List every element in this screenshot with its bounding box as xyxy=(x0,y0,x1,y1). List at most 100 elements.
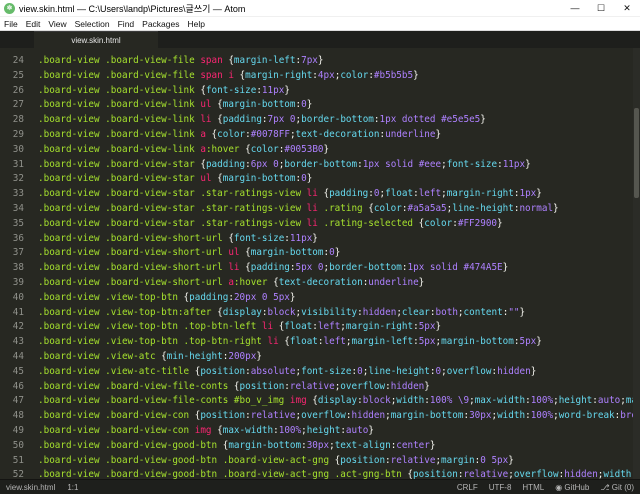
code-line[interactable]: 51 .board-view .board-view-good-btn .boar… xyxy=(0,454,640,469)
code-line[interactable]: 39 .board-view .board-view-short-url a:ho… xyxy=(0,276,640,291)
status-git[interactable]: ⎇ Git (0) xyxy=(600,483,634,492)
code-token: .board-view .board-view-short-url xyxy=(38,232,223,244)
menu-find[interactable]: Find xyxy=(114,19,139,29)
status-cursor-position[interactable]: 1:1 xyxy=(67,483,78,492)
menu-edit[interactable]: Edit xyxy=(22,19,45,29)
code-token: position xyxy=(239,380,285,392)
code-token: height xyxy=(558,395,593,407)
code-token: { xyxy=(233,69,246,81)
status-bar: view.skin.html 1:1 CRLF UTF-8 HTML ◉ Git… xyxy=(0,479,640,494)
code-token: } xyxy=(306,173,313,185)
code-token: padding xyxy=(189,291,229,303)
code-line[interactable]: 45 .board-view .view-atc-title {position:… xyxy=(0,365,640,380)
code-token: relative xyxy=(463,469,509,479)
code-line[interactable]: 29 .board-view .board-view-link a {color:… xyxy=(0,128,640,143)
code-text: .board-view .board-view-con {position:re… xyxy=(38,409,640,424)
code-token: absolute xyxy=(250,365,296,377)
line-number: 31 xyxy=(12,158,24,170)
code-token: } xyxy=(368,425,374,436)
code-line[interactable]: 31 .board-view .board-view-star {padding:… xyxy=(0,158,640,173)
code-line[interactable]: 30 .board-view .board-view-link a:hover {… xyxy=(0,143,640,158)
code-token: 30px xyxy=(469,410,492,422)
code-line[interactable]: 27 .board-view .board-view-link ul {margi… xyxy=(0,98,640,113)
line-number: 48 xyxy=(12,410,24,422)
scrollbar-thumb[interactable] xyxy=(634,108,639,198)
code-line[interactable]: 52 .board-view .board-view-good-btn .boar… xyxy=(0,468,640,479)
code-token: both xyxy=(435,306,458,318)
line-number: 45 xyxy=(12,365,24,377)
code-line[interactable]: 41 .board-view .view-top-btn:after {displ… xyxy=(0,306,640,321)
code-line[interactable]: 24 .board-view .board-view-file span {mar… xyxy=(0,54,640,69)
tab-view-skin-html[interactable]: view.skin.html xyxy=(34,31,158,48)
code-token: border-bottom xyxy=(329,262,402,274)
menu-packages[interactable]: Packages xyxy=(138,19,183,29)
code-line[interactable]: 42 .board-view .view-top-btn .top-btn-lef… xyxy=(0,320,640,335)
code-line[interactable]: 47 .board-view .board-view-file-conts #bo… xyxy=(0,394,640,409)
code-line[interactable]: 28 .board-view .board-view-link li {paddi… xyxy=(0,113,640,128)
code-text: .board-view .view-top-btn .top-btn-right… xyxy=(38,335,542,350)
status-encoding[interactable]: UTF-8 xyxy=(489,483,512,492)
maximize-button[interactable]: ☐ xyxy=(588,0,614,17)
code-token: { xyxy=(211,114,223,126)
close-button[interactable]: ✕ xyxy=(614,0,640,17)
menu-selection[interactable]: Selection xyxy=(71,19,114,29)
code-line[interactable]: 48 .board-view .board-view-con {position:… xyxy=(0,409,640,424)
code-line[interactable]: 25 .board-view .board-view-file span i {m… xyxy=(0,69,640,84)
code-token: li xyxy=(267,336,279,348)
code-token: padding xyxy=(222,114,262,126)
code-editor[interactable]: 24 .board-view .board-view-file span {mar… xyxy=(0,48,640,479)
code-token: 5px xyxy=(519,336,537,348)
code-token: .board-view .board-view-link xyxy=(38,84,195,96)
code-token: { xyxy=(239,247,251,259)
menu-file[interactable]: File xyxy=(0,19,22,29)
line-number: 35 xyxy=(12,217,24,229)
code-line[interactable]: 26 .board-view .board-view-link {font-siz… xyxy=(0,84,640,99)
code-token: li xyxy=(228,262,240,274)
code-token: 200px xyxy=(228,351,257,362)
code-text: .board-view .board-view-file-conts #bo_v… xyxy=(38,394,640,409)
code-token: } xyxy=(435,321,442,333)
line-number: 33 xyxy=(12,188,24,200)
code-line[interactable]: 32 .board-view .board-view-star ul {margi… xyxy=(0,172,640,187)
code-token: } xyxy=(317,55,324,66)
code-token: 30px xyxy=(306,439,330,451)
code-text: .board-view .board-view-short-url {font-… xyxy=(38,232,318,247)
code-line[interactable]: 37 .board-view .board-view-short-url ul {… xyxy=(0,246,640,261)
code-line[interactable]: 49 .board-view .board-view-con img {max-w… xyxy=(0,424,640,439)
code-line[interactable]: 35 .board-view .board-view-star .star-rat… xyxy=(0,217,640,232)
code-token: left xyxy=(323,336,346,348)
menu-view[interactable]: View xyxy=(44,19,70,29)
status-grammar[interactable]: HTML xyxy=(522,483,544,492)
menu-help[interactable]: Help xyxy=(184,19,209,29)
status-file-name[interactable]: view.skin.html xyxy=(6,483,55,492)
line-number: 43 xyxy=(12,336,24,348)
code-line[interactable]: 44 .board-view .view-atc {min-height:200p… xyxy=(0,350,640,365)
code-token: { xyxy=(401,469,414,479)
code-token: font-size xyxy=(205,84,257,96)
code-line[interactable]: 38 .board-view .board-view-short-url li {… xyxy=(0,261,640,276)
minimize-button[interactable]: — xyxy=(562,0,588,17)
status-line-ending[interactable]: CRLF xyxy=(457,483,478,492)
code-line[interactable]: 50 .board-view .board-view-good-btn {marg… xyxy=(0,439,640,454)
vertical-scrollbar[interactable] xyxy=(633,48,640,479)
tab-bar: view.skin.html xyxy=(0,31,640,48)
status-github[interactable]: ◉ GitHub xyxy=(555,483,589,492)
code-token: } xyxy=(519,306,526,318)
code-token: } xyxy=(525,158,531,170)
code-token: } xyxy=(418,277,425,288)
code-token: } xyxy=(536,336,542,348)
code-token: .board-view .board-view-short-url xyxy=(38,277,229,288)
code-line[interactable]: 33 .board-view .board-view-star .star-rat… xyxy=(0,187,640,202)
code-token: text-decoration xyxy=(278,277,363,288)
code-line[interactable]: 46 .board-view .board-view-file-conts {po… xyxy=(0,380,640,395)
code-token: } xyxy=(284,84,290,96)
code-line[interactable]: 43 .board-view .view-top-btn .top-btn-rig… xyxy=(0,335,640,350)
code-token: overflow xyxy=(513,469,559,479)
code-line[interactable]: 36 .board-view .board-view-short-url {fon… xyxy=(0,232,640,247)
code-line[interactable]: 40 .board-view .view-top-btn {padding:20p… xyxy=(0,291,640,306)
code-line[interactable]: 34 .board-view .board-view-star .star-rat… xyxy=(0,202,640,217)
code-text: .board-view .board-view-star ul {margin-… xyxy=(38,172,312,187)
code-token: relative xyxy=(289,380,335,392)
code-token: margin-right xyxy=(345,321,414,333)
code-token: padding xyxy=(329,188,369,200)
